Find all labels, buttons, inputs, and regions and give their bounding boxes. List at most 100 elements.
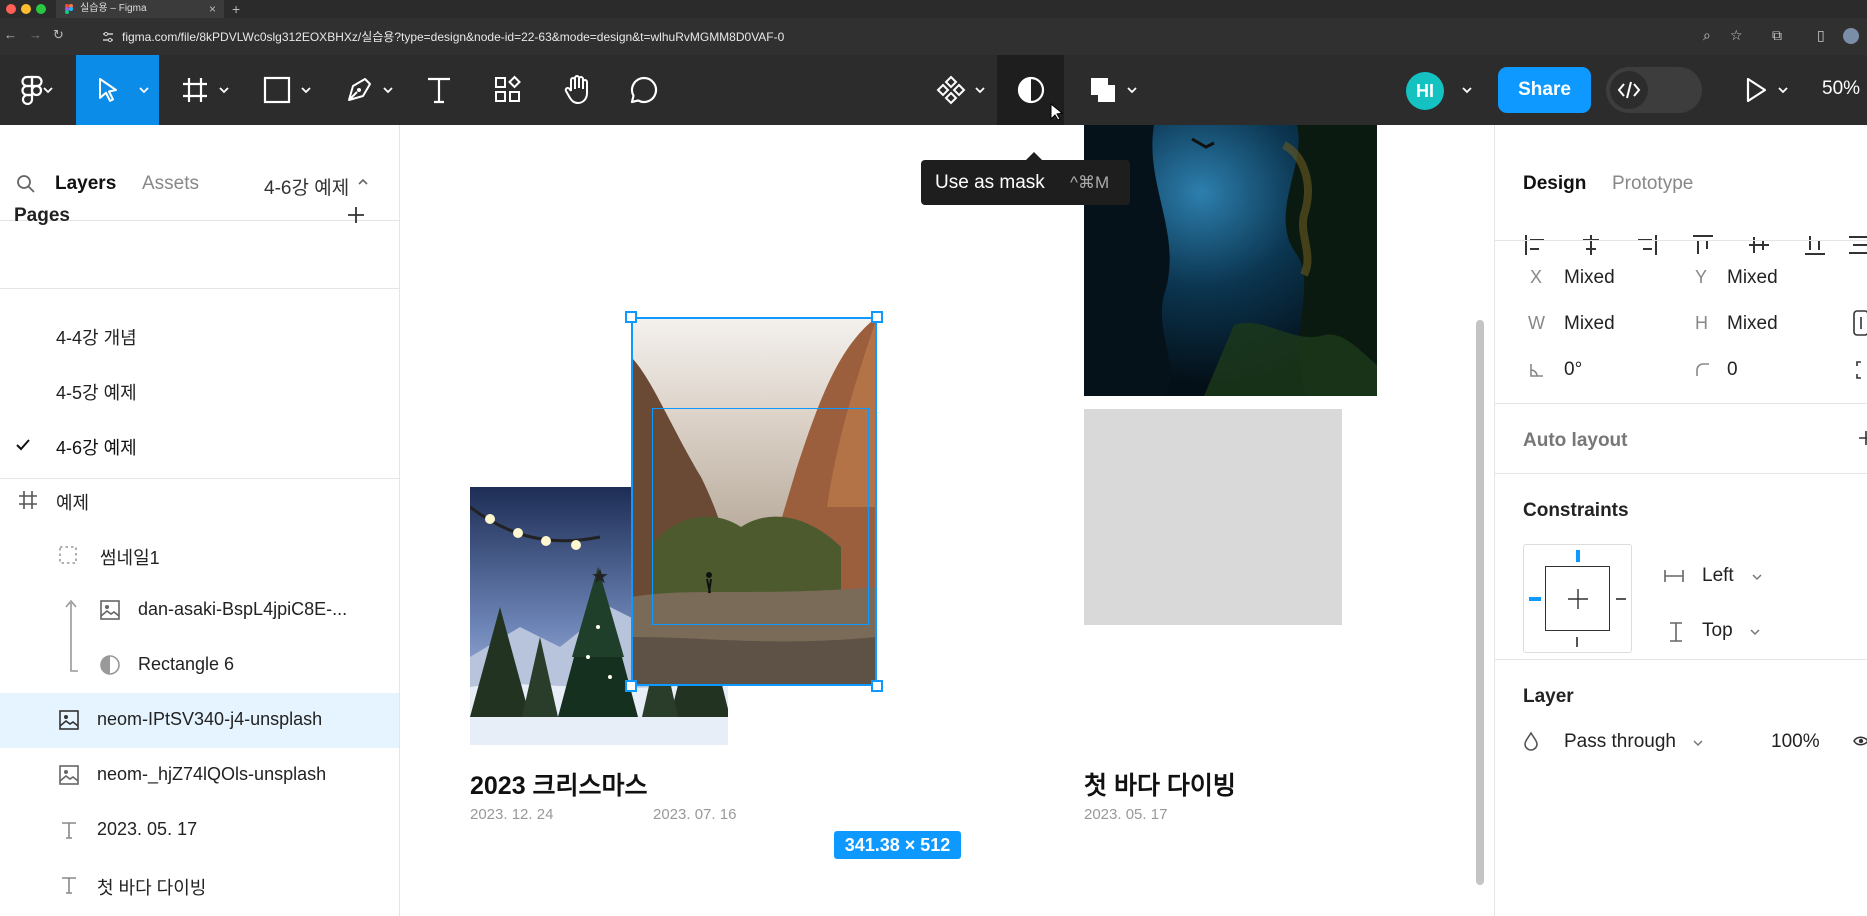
canvas-scrollbar[interactable]: [1476, 320, 1484, 885]
page-item[interactable]: 4-4강 개념: [0, 308, 399, 363]
extensions-icon[interactable]: ⧉: [1772, 27, 1782, 44]
tab-design[interactable]: Design: [1523, 173, 1586, 195]
url-field[interactable]: figma.com/file/8kPDVLWc0slg312EOXBHXz/실습…: [94, 28, 1707, 46]
align-bottom-icon[interactable]: [1803, 233, 1827, 257]
horizontal-constraint-select[interactable]: Left: [1702, 565, 1734, 587]
layer-row[interactable]: 썸네일1: [0, 528, 399, 583]
placeholder-rectangle[interactable]: [1084, 409, 1342, 625]
resize-handle-bottom-left[interactable]: [625, 680, 637, 692]
x-label: X: [1530, 267, 1543, 287]
chevron-up-icon[interactable]: [357, 177, 369, 187]
constraint-left-active[interactable]: [1529, 597, 1541, 601]
pages-header: Pages: [14, 205, 70, 226]
layer-row[interactable]: dan-asaki-BspL4jpiC8E-...: [0, 583, 399, 672]
text-tool-button[interactable]: [418, 55, 460, 125]
chevron-down-icon[interactable]: [1751, 573, 1763, 581]
align-right-icon[interactable]: [1635, 233, 1659, 257]
layer-row[interactable]: neom-_hjZ74lQOls-unsplash: [0, 748, 399, 803]
resize-handle-bottom-right[interactable]: [871, 680, 883, 692]
tab-prototype[interactable]: Prototype: [1612, 173, 1693, 195]
present-button[interactable]: [1735, 55, 1795, 125]
image-icon: [59, 710, 79, 730]
page-item-selected[interactable]: 4-6강 예제: [0, 418, 399, 473]
card-date: 2023. 05. 17: [1084, 806, 1168, 823]
tooltip-label: Use as mask: [935, 172, 1045, 193]
mouse-cursor-icon: [1050, 103, 1064, 121]
corner-radius-input[interactable]: 0: [1727, 359, 1738, 381]
tab-layers[interactable]: Layers: [55, 173, 116, 195]
h-label: H: [1695, 313, 1708, 333]
layer-row-selected[interactable]: neom-IPtSV340-j4-unsplash: [0, 693, 399, 748]
card-title: 첫 바다 다이빙: [1084, 772, 1236, 800]
layer-row[interactable]: 예제: [0, 473, 399, 528]
resize-handle-top-left[interactable]: [625, 311, 637, 323]
hand-tool-button[interactable]: [556, 55, 598, 125]
search-icon[interactable]: [16, 174, 36, 194]
add-auto-layout-plus-icon[interactable]: [1857, 429, 1867, 447]
align-vertical-center-icon[interactable]: [1747, 233, 1771, 257]
maximize-window-button[interactable]: [36, 4, 46, 14]
page-item[interactable]: 4-5강 예제: [0, 363, 399, 418]
frame-tool-button[interactable]: [174, 55, 236, 125]
reload-icon[interactable]: ↻: [53, 27, 64, 43]
mask-icon: [1017, 76, 1044, 104]
current-page-selector[interactable]: 4-6강 예제: [264, 173, 349, 200]
divider: [0, 288, 400, 289]
constraint-right[interactable]: [1616, 598, 1626, 600]
align-left-icon[interactable]: [1523, 233, 1547, 257]
h-input[interactable]: Mixed: [1727, 313, 1778, 335]
chevron-down-icon[interactable]: [1460, 85, 1474, 95]
zoom-level[interactable]: 50%: [1822, 78, 1860, 100]
constraint-top-active[interactable]: [1576, 550, 1580, 562]
move-tool-button[interactable]: [76, 55, 159, 125]
layer-row[interactable]: 첫 바다 다이빙: [0, 858, 399, 913]
boolean-tool-button[interactable]: [1082, 55, 1144, 125]
pen-tool-button[interactable]: [338, 55, 400, 125]
user-avatar[interactable]: HI: [1406, 72, 1444, 110]
distribute-icon[interactable]: [1845, 233, 1867, 257]
forward-arrow-icon[interactable]: →: [29, 27, 42, 42]
sidebar-icon[interactable]: ▯: [1817, 27, 1825, 44]
align-top-icon[interactable]: [1691, 233, 1715, 257]
constrain-proportions-icon[interactable]: [1853, 310, 1867, 336]
layer-row[interactable]: Rectangle 6: [0, 638, 399, 693]
browser-address-bar: ← → ↻ figma.com/file/8kPDVLWc0slg312EOXB…: [0, 18, 1867, 55]
figma-favicon-icon: [65, 4, 73, 14]
blend-mode-select[interactable]: Pass through: [1564, 731, 1676, 753]
close-tab-icon[interactable]: ×: [209, 0, 216, 18]
vertical-constraint-select[interactable]: Top: [1702, 620, 1733, 642]
profile-avatar-icon[interactable]: [1843, 28, 1859, 44]
share-button[interactable]: Share: [1498, 67, 1591, 113]
layer-row[interactable]: 2023. 05. 17: [0, 803, 399, 858]
comment-tool-button[interactable]: [623, 55, 665, 125]
resize-handle-top-right[interactable]: [871, 311, 883, 323]
independent-corners-icon[interactable]: [1855, 360, 1867, 380]
add-page-plus-icon[interactable]: [346, 205, 366, 225]
dev-mode-toggle[interactable]: [1606, 67, 1702, 113]
visibility-eye-icon[interactable]: [1853, 733, 1867, 749]
opacity-input[interactable]: 100%: [1771, 731, 1820, 753]
component-tool-button[interactable]: [930, 55, 992, 125]
align-horizontal-center-icon[interactable]: [1579, 233, 1603, 257]
constraint-bottom[interactable]: [1576, 637, 1578, 647]
new-tab-button[interactable]: +: [232, 0, 240, 18]
main-menu-button[interactable]: [0, 55, 64, 125]
y-input[interactable]: Mixed: [1727, 267, 1778, 289]
w-input[interactable]: Mixed: [1564, 313, 1615, 335]
tab-assets[interactable]: Assets: [142, 173, 199, 195]
close-window-button[interactable]: [6, 4, 16, 14]
resources-tool-button[interactable]: [487, 55, 529, 125]
chevron-down-icon[interactable]: [1749, 628, 1761, 636]
use-as-mask-tooltip: Use as mask ^⌘M: [921, 160, 1130, 205]
minimize-window-button[interactable]: [21, 4, 31, 14]
shape-tool-button[interactable]: [256, 55, 318, 125]
bookmark-star-icon[interactable]: ☆: [1730, 27, 1743, 44]
design-canvas[interactable]: ★ 2023 크리스마스 2023. 12. 24 2023. 07. 16 3…: [400, 125, 1494, 916]
back-arrow-icon[interactable]: ←: [4, 27, 17, 42]
constraints-widget[interactable]: [1523, 544, 1632, 653]
rotation-input[interactable]: 0°: [1564, 359, 1582, 381]
browser-tab[interactable]: 실습용 – Figma ×: [56, 0, 224, 18]
chevron-down-icon[interactable]: [1692, 739, 1704, 747]
zoom-icon[interactable]: ⌕: [1703, 27, 1711, 44]
x-input[interactable]: Mixed: [1564, 267, 1615, 289]
